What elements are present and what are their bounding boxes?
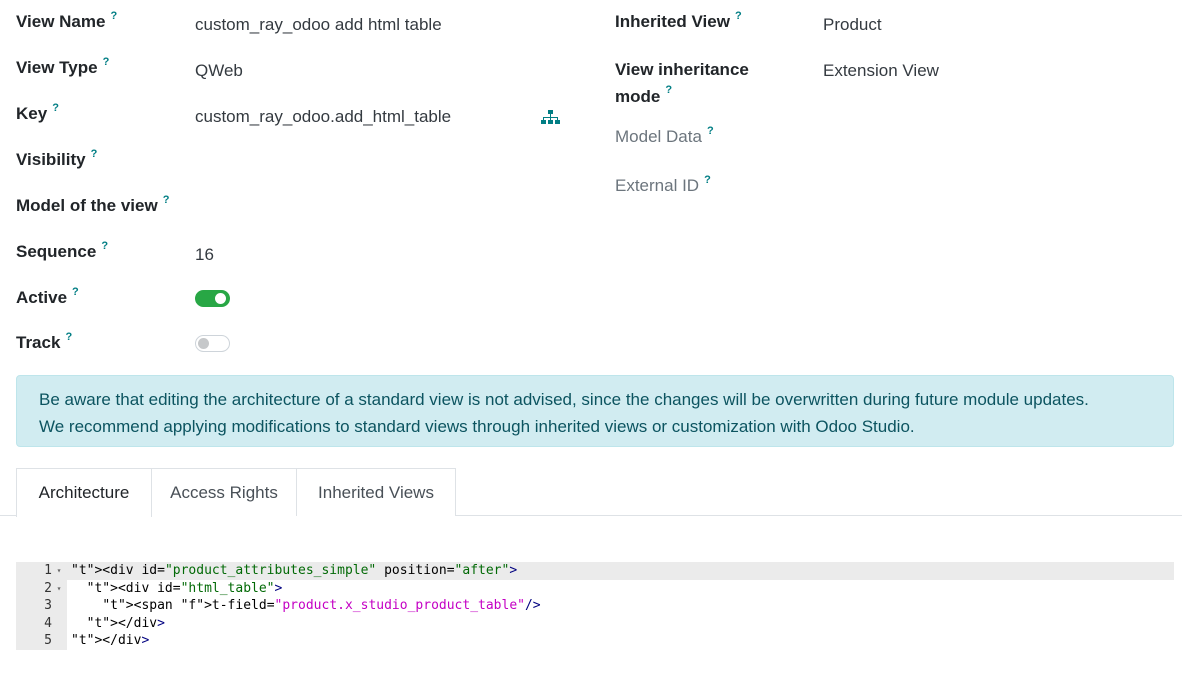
code-text: "t"></div> bbox=[86, 615, 165, 631]
external-id-label: External ID? bbox=[615, 174, 711, 195]
inheritance-mode-label-line2: mode bbox=[615, 87, 661, 106]
sitemap-icon[interactable] bbox=[541, 110, 560, 125]
help-marker[interactable]: ? bbox=[665, 84, 672, 96]
help-marker[interactable]: ? bbox=[52, 102, 59, 114]
key-label: Key? bbox=[16, 102, 59, 123]
code-text: "t"><div id="product_attributes_simple" … bbox=[71, 563, 518, 578]
help-marker[interactable]: ? bbox=[65, 331, 72, 343]
code-editor[interactable]: 1 ▾ "t"><div id="product_attributes_simp… bbox=[16, 562, 1174, 650]
model-data-label: Model Data? bbox=[615, 125, 714, 146]
code-line[interactable]: 1 ▾ "t"><div id="product_attributes_simp… bbox=[16, 562, 1174, 580]
model-of-view-label: Model of the view? bbox=[16, 194, 170, 215]
track-toggle[interactable] bbox=[195, 335, 230, 352]
warning-alert: Be aware that editing the architecture o… bbox=[16, 375, 1174, 447]
inherited-view-value[interactable]: Product bbox=[823, 13, 882, 37]
toggle-knob bbox=[215, 293, 226, 304]
alert-line-1: Be aware that editing the architecture o… bbox=[39, 390, 1089, 409]
fold-arrow-icon[interactable]: ▾ bbox=[54, 580, 64, 598]
line-number: 4 bbox=[16, 614, 67, 633]
help-marker[interactable]: ? bbox=[735, 10, 742, 22]
code-line[interactable]: 3 "t"><span "f">t-field="product.x_studi… bbox=[16, 597, 1174, 615]
tab-inherited-views[interactable]: Inherited Views bbox=[296, 468, 456, 516]
line-number: 3 bbox=[16, 597, 67, 615]
track-label: Track? bbox=[16, 331, 73, 352]
fold-arrow-icon[interactable]: ▾ bbox=[54, 562, 64, 580]
inheritance-mode-value[interactable]: Extension View bbox=[823, 59, 939, 83]
help-marker[interactable]: ? bbox=[103, 56, 110, 68]
key-value[interactable]: custom_ray_odoo.add_html_table bbox=[195, 105, 451, 129]
tab-architecture[interactable]: Architecture bbox=[16, 468, 152, 517]
tab-access-rights[interactable]: Access Rights bbox=[151, 468, 297, 516]
code-text: "t"><span "f">t-field="product.x_studio_… bbox=[102, 598, 541, 614]
code-line[interactable]: 5 "t"></div> bbox=[16, 632, 1174, 650]
view-name-value[interactable]: custom_ray_odoo add html table bbox=[195, 13, 442, 37]
inheritance-mode-label-line1: View inheritance bbox=[615, 60, 749, 79]
code-line[interactable]: 2 ▾ "t"><div id="html_table"> bbox=[16, 579, 1174, 598]
code-text: "t"><div id="html_table"> bbox=[86, 580, 283, 596]
help-marker[interactable]: ? bbox=[707, 125, 714, 137]
view-type-label: View Type? bbox=[16, 56, 110, 77]
help-marker[interactable]: ? bbox=[110, 10, 117, 22]
alert-line-2: We recommend applying modifications to s… bbox=[39, 417, 915, 436]
help-marker[interactable]: ? bbox=[163, 194, 170, 206]
toggle-knob bbox=[198, 338, 209, 349]
view-name-label: View Name? bbox=[16, 10, 118, 31]
sequence-label: Sequence? bbox=[16, 240, 109, 261]
visibility-label: Visibility? bbox=[16, 148, 98, 169]
help-marker[interactable]: ? bbox=[91, 148, 98, 160]
help-marker[interactable]: ? bbox=[101, 240, 108, 252]
help-marker[interactable]: ? bbox=[72, 286, 79, 298]
view-type-value[interactable]: QWeb bbox=[195, 59, 243, 83]
inherited-view-label: Inherited View? bbox=[615, 10, 742, 31]
sequence-value[interactable]: 16 bbox=[195, 243, 214, 267]
line-number: 5 bbox=[16, 632, 67, 650]
code-text: "t"></div> bbox=[71, 633, 150, 649]
help-marker[interactable]: ? bbox=[704, 174, 711, 186]
active-label: Active? bbox=[16, 286, 79, 307]
active-toggle[interactable] bbox=[195, 290, 230, 307]
code-line[interactable]: 4 "t"></div> bbox=[16, 614, 1174, 633]
inheritance-mode-label: View inheritance mode? bbox=[615, 56, 749, 110]
